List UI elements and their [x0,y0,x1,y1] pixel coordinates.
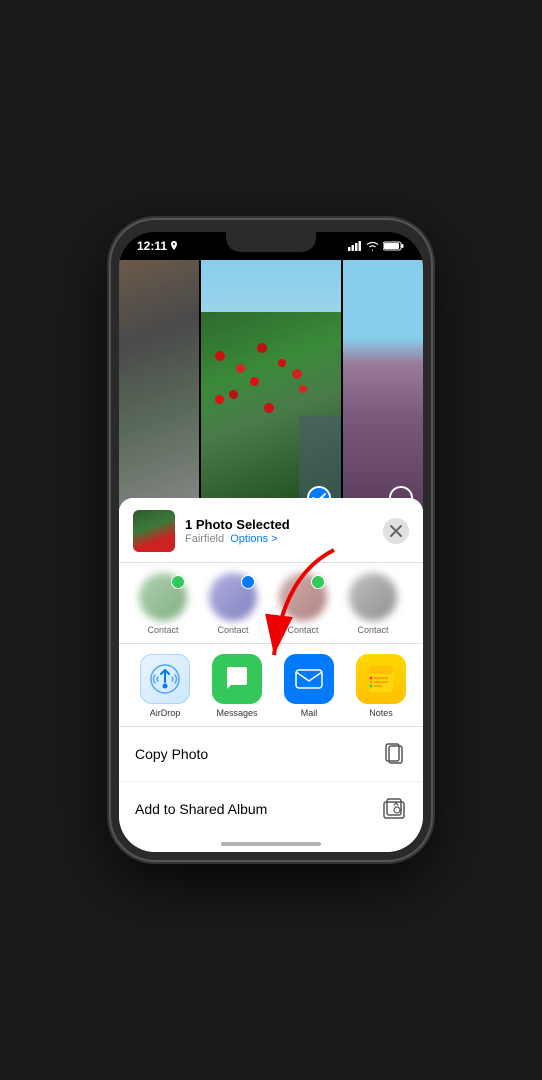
share-title: 1 Photo Selected [185,517,373,532]
app-name-messages: Messages [216,708,257,718]
photo-cherry-tree[interactable] [201,260,341,520]
share-thumbnail [133,510,175,552]
phone-screen: 12:11 [119,232,423,852]
status-time: 12:11 [137,239,167,253]
action-copy-label: Copy Photo [135,746,208,762]
share-close-button[interactable] [383,518,409,544]
app-item-messages[interactable]: Messages [201,654,273,718]
battery-icon [383,241,405,251]
app-name-airdrop: AirDrop [150,708,181,718]
contact-item[interactable]: Contact [273,573,333,635]
home-indicator [221,842,321,846]
app-name-notes: Notes [369,708,393,718]
screen-content: 1 Photo Selected Fairfield Options > [119,260,423,852]
share-header: 1 Photo Selected Fairfield Options > [119,498,423,563]
contact-item[interactable]: Contact [203,573,263,635]
app-item-airdrop[interactable]: AirDrop [129,654,201,718]
notch [226,232,316,252]
status-icons [348,241,405,251]
contact-name: Contact [133,625,193,635]
action-shared-album[interactable]: Add to Shared Album [119,782,423,836]
app-item-notes[interactable]: Notes [345,654,417,718]
signal-icon [348,241,362,251]
share-header-text: 1 Photo Selected Fairfield Options > [185,517,373,545]
notes-icon [356,654,406,704]
share-sheet: 1 Photo Selected Fairfield Options > [119,498,423,852]
contact-avatar [139,573,187,621]
wifi-icon [366,241,379,251]
app-name-mail: Mail [301,708,318,718]
app-item-more[interactable]: Re... [417,654,423,718]
contact-name: Contact [343,625,403,635]
photo-girl[interactable] [343,260,423,520]
contacts-row: Contact Contact Cont [119,563,423,644]
contact-name: Contact [273,625,333,635]
contact-item[interactable]: Contact [343,573,403,635]
action-album-label: Add to Shared Album [135,801,267,817]
photos-area [119,260,423,520]
share-subtitle: Fairfield Options > [185,533,373,545]
album-icon [381,796,407,822]
copy-icon [381,741,407,767]
contact-name: Contact [203,625,263,635]
share-options-link[interactable]: Options > [230,533,277,545]
app-item-mail[interactable]: Mail [273,654,345,718]
phone-frame: 12:11 [111,220,431,860]
airdrop-icon [140,654,190,704]
location-icon [170,241,178,251]
apps-row: AirDrop Messages [119,644,423,727]
contact-avatar [279,573,327,621]
action-copy-photo[interactable]: Copy Photo [119,727,423,782]
photo-dog[interactable] [119,260,199,520]
mail-icon [284,654,334,704]
messages-icon [212,654,262,704]
contact-avatar [209,573,257,621]
contact-item[interactable]: Contact [133,573,193,635]
contact-avatar [349,573,397,621]
